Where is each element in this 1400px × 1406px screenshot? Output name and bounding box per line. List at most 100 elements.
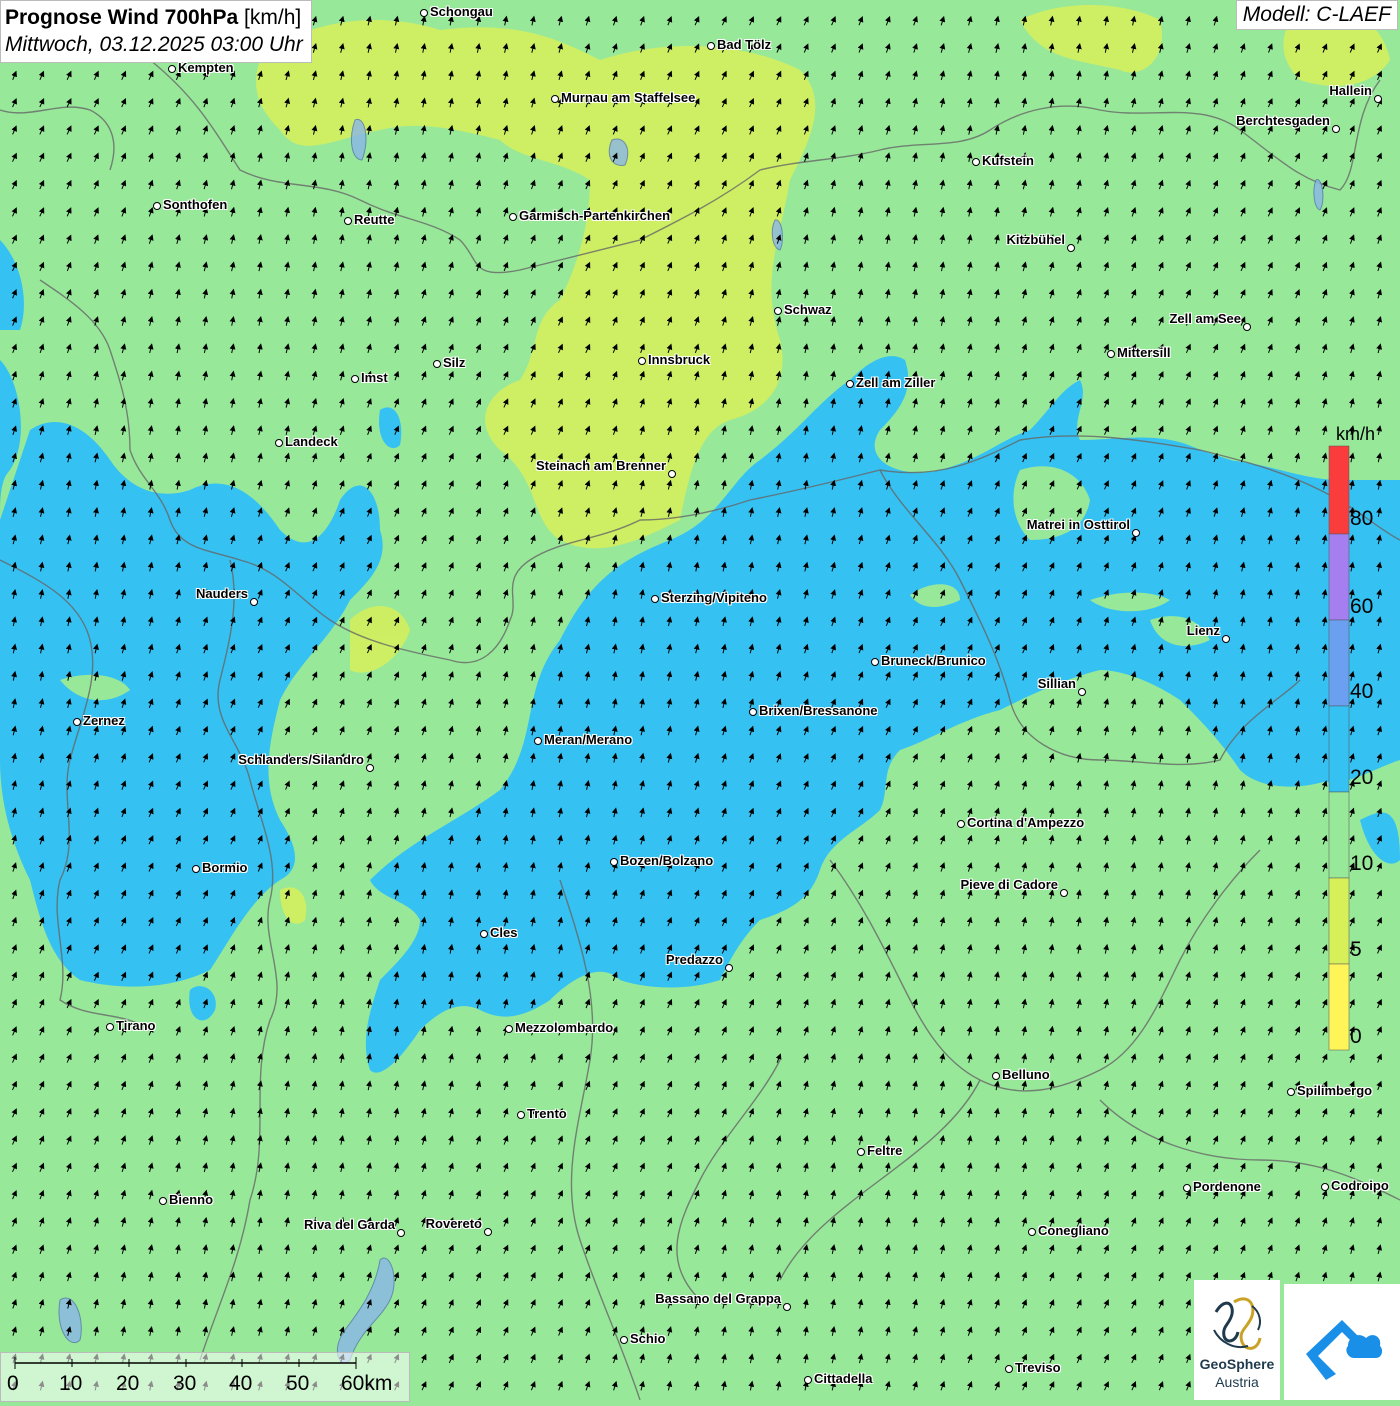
city-label: Pordenone xyxy=(1193,1179,1261,1194)
city-label: Schio xyxy=(630,1331,666,1346)
city-label: Nauders xyxy=(195,586,248,601)
weather-app-logo xyxy=(1284,1284,1400,1400)
legend-label-80: 80 xyxy=(1350,507,1374,530)
city-label: Bormio xyxy=(202,860,248,875)
city-label: Cortina d'Ampezzo xyxy=(967,815,1085,830)
city-marker-icon xyxy=(610,858,618,866)
city-label: Matrei in Osttirol xyxy=(1026,517,1130,532)
city-marker-icon xyxy=(668,470,676,478)
city-marker-icon xyxy=(1243,323,1251,331)
city-label: Reutte xyxy=(354,212,395,227)
legend-label-5: 5 xyxy=(1350,938,1362,961)
city-marker-icon xyxy=(351,375,359,383)
city-marker-icon xyxy=(1067,244,1075,252)
city-marker-icon xyxy=(1183,1184,1191,1192)
legend-band-0 xyxy=(1328,963,1350,1051)
city-label: Riva del Garda xyxy=(303,1217,395,1232)
city-label: Berchtesgaden xyxy=(1236,113,1330,128)
city-label: Belluno xyxy=(1002,1067,1050,1082)
city-marker-icon xyxy=(366,764,374,772)
city-marker-icon xyxy=(153,202,161,210)
city-label: Schongau xyxy=(430,4,493,19)
city-label: Sillian xyxy=(1037,676,1076,691)
city-marker-icon xyxy=(638,357,646,365)
city-marker-icon xyxy=(517,1111,525,1119)
city-label: Meran/Merano xyxy=(544,732,633,747)
geosphere-name: GeoSphere xyxy=(1199,1356,1275,1372)
city-marker-icon xyxy=(620,1336,628,1344)
legend-unit: km/h xyxy=(1336,424,1376,444)
city-label: Cittadella xyxy=(814,1371,873,1386)
legend-band-60 xyxy=(1328,533,1350,621)
city-marker-icon xyxy=(871,658,879,666)
city-marker-icon xyxy=(1374,95,1382,103)
city-label: Steinach am Brenner xyxy=(535,458,666,473)
city-marker-icon xyxy=(1107,350,1115,358)
city-marker-icon xyxy=(707,42,715,50)
city-marker-icon xyxy=(534,737,542,745)
city-label: Sonthofen xyxy=(163,197,228,212)
city-marker-icon xyxy=(106,1023,114,1031)
city-marker-icon xyxy=(397,1229,405,1237)
city-marker-icon xyxy=(480,930,488,938)
city-label: Spilimbergo xyxy=(1297,1083,1373,1098)
city-label: Mezzolombardo xyxy=(515,1020,614,1035)
scale-label-40: 40 xyxy=(229,1372,253,1395)
city-label: Garmisch-Partenkirchen xyxy=(519,208,671,223)
city-label: Zell am Ziller xyxy=(856,375,936,390)
city-marker-icon xyxy=(957,820,965,828)
city-marker-icon xyxy=(433,360,441,368)
geosphere-country: Austria xyxy=(1215,1374,1259,1390)
city-label: Bruneck/Brunico xyxy=(881,653,986,668)
city-marker-icon xyxy=(972,158,980,166)
city-marker-icon xyxy=(420,9,428,17)
city-label: Kufstein xyxy=(982,153,1034,168)
model-label: Modell: C-LAEF xyxy=(1235,0,1398,30)
city-label: Conegliano xyxy=(1038,1223,1109,1238)
legend-band-40 xyxy=(1328,619,1350,707)
legend-label-10: 10 xyxy=(1350,852,1374,875)
legend-label-20: 20 xyxy=(1350,766,1374,789)
city-marker-icon xyxy=(1332,125,1340,133)
city-label: Innsbruck xyxy=(648,352,711,367)
city-label: Silz xyxy=(443,355,466,370)
city-marker-icon xyxy=(1321,1183,1329,1191)
city-marker-icon xyxy=(857,1148,865,1156)
city-label: Rovereto xyxy=(425,1216,482,1231)
legend-band-20 xyxy=(1328,705,1350,793)
city-marker-icon xyxy=(275,439,283,447)
city-label: Lienz xyxy=(1186,623,1220,638)
legend-label-40: 40 xyxy=(1350,680,1374,703)
scale-label-20: 20 xyxy=(116,1372,140,1395)
city-marker-icon xyxy=(168,65,176,73)
scale-label-30: 30 xyxy=(173,1372,197,1395)
scale-label-0: 0 xyxy=(7,1372,19,1395)
city-marker-icon xyxy=(509,213,517,221)
city-marker-icon xyxy=(484,1228,492,1236)
city-marker-icon xyxy=(725,964,733,972)
city-marker-icon xyxy=(73,718,81,726)
city-marker-icon xyxy=(1005,1365,1013,1373)
city-marker-icon xyxy=(1060,889,1068,897)
city-label: Bad Tölz xyxy=(717,37,772,52)
city-label: Murnau am Staffelsee xyxy=(561,90,696,105)
legend-band-80 xyxy=(1328,445,1350,535)
geosphere-logo: GeoSphere Austria xyxy=(1194,1280,1280,1400)
city-label: Schwaz xyxy=(784,302,832,317)
city-label: Mittersill xyxy=(1117,345,1171,360)
city-label: Bienno xyxy=(169,1192,214,1207)
city-marker-icon xyxy=(1132,529,1140,537)
map-title: Prognose Wind 700hPa [km/h] xyxy=(5,6,302,29)
city-label: Zernez xyxy=(83,713,125,728)
city-marker-icon xyxy=(651,595,659,603)
legend-label-0: 0 xyxy=(1350,1025,1362,1048)
city-marker-icon xyxy=(1222,635,1230,643)
city-marker-icon xyxy=(1287,1088,1295,1096)
city-marker-icon xyxy=(992,1072,1000,1080)
city-marker-icon xyxy=(192,865,200,873)
legend-band-5 xyxy=(1328,877,1350,965)
city-marker-icon xyxy=(1078,688,1086,696)
scale-label-50: 50 xyxy=(286,1372,310,1395)
city-label: Trento xyxy=(527,1106,567,1121)
city-marker-icon xyxy=(551,95,559,103)
